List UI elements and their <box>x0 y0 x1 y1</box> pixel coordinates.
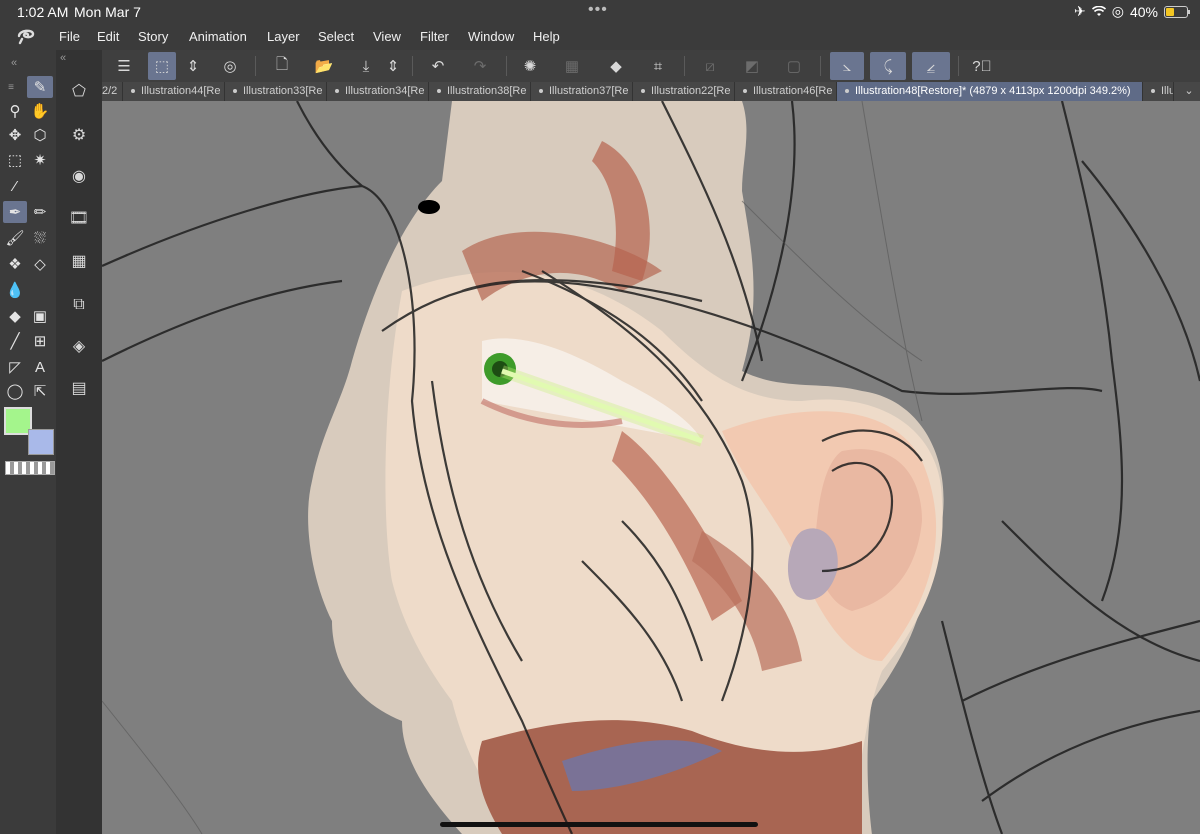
menu-file[interactable]: File <box>59 29 80 44</box>
correct-line-icon[interactable]: ⇱ <box>28 380 52 402</box>
move-icon[interactable]: ✥ <box>3 124 27 146</box>
wifi-icon <box>1091 4 1106 20</box>
menu-story[interactable]: Story <box>138 29 168 44</box>
brush-size-icon[interactable]: ◉ <box>66 163 92 189</box>
palette-menu-icon[interactable]: ≡ <box>4 76 18 98</box>
menu-help[interactable]: Help <box>533 29 560 44</box>
save-icon[interactable]: ⤓ <box>352 52 380 80</box>
menu-filter[interactable]: Filter <box>420 29 449 44</box>
menu-animation[interactable]: Animation <box>189 29 247 44</box>
clear-selection-icon[interactable]: ▦ <box>558 52 586 80</box>
menu-layer[interactable]: Layer <box>267 29 300 44</box>
zoom-icon[interactable]: ⚲ <box>3 100 27 122</box>
ruler-snap-icon[interactable]: ⦣ <box>830 52 864 80</box>
chevron-updown-icon-2[interactable]: ⇕ <box>386 52 400 80</box>
collapse-left-icon[interactable]: « <box>2 52 26 74</box>
decoration-icon[interactable]: ❖ <box>3 253 27 275</box>
battery-icon <box>1164 5 1190 18</box>
tab-illustration22[interactable]: Illustration22[Re <box>633 82 735 101</box>
color-set-icon[interactable]: ▦ <box>66 248 92 274</box>
command-bar: ☰ ⬚ ⇕ ◎ 🗋 📂 ⤓ ⇕ ↶ ↷ ✺ ▦ ◆ ⌗ ⧄ ◩ ▢ ⦣ ⤹ ⦤ … <box>102 50 1200 82</box>
special-ruler-snap-icon[interactable]: ⤹ <box>870 52 906 80</box>
document-tab-bar: 2/2 Illustration44[Re Illustration33[Re … <box>102 82 1200 101</box>
transparent-color-swatch[interactable] <box>5 461 55 475</box>
line-icon[interactable]: ╱ <box>3 330 27 352</box>
invert-selection-icon[interactable]: ◩ <box>738 52 766 80</box>
magic-wand-icon[interactable]: ✷ <box>28 149 52 171</box>
chevron-down-icon[interactable]: ⌄ <box>1178 82 1200 101</box>
airbrush-icon[interactable]: ⛆ <box>28 227 52 249</box>
navigator-icon[interactable]: ▤ <box>66 375 92 401</box>
crop-icon[interactable]: ▢ <box>780 52 808 80</box>
clip-studio-logo-icon[interactable] <box>16 27 38 47</box>
collapse-sub-icon[interactable]: « <box>60 52 66 64</box>
tab-illustration38[interactable]: Illustration38[Re <box>429 82 531 101</box>
battery-label: 40% <box>1129 3 1158 20</box>
menu-edit[interactable]: Edit <box>97 29 119 44</box>
modify-mode-icon[interactable]: ⬚ <box>148 52 176 80</box>
tab-illustration46[interactable]: Illustration46[Re <box>735 82 837 101</box>
blend-icon[interactable]: 💧 <box>3 279 27 301</box>
hamburger-menu-icon[interactable]: ☰ <box>110 52 138 80</box>
new-file-icon[interactable]: 🗋 <box>268 52 296 80</box>
orientation-lock-icon: ◎ <box>1111 3 1124 19</box>
frame-icon[interactable]: ⊞ <box>28 330 52 352</box>
drawing-canvas[interactable] <box>102 101 1200 834</box>
tab-illustration34[interactable]: Illustration34[Re <box>327 82 429 101</box>
selection-icon[interactable]: ⬚ <box>3 149 27 171</box>
tab-illustration44[interactable]: Illustration44[Re <box>123 82 225 101</box>
help-icon[interactable]: ?⃝ <box>968 52 996 80</box>
eyedropper-icon[interactable]: ⁄ <box>3 175 27 197</box>
sub-palette-strip: « ⬠ ⚙ ◉ 🎞 ▦ ⧉ ◈ ▤ <box>56 50 102 834</box>
eraser-icon[interactable]: ◇ <box>28 253 52 275</box>
fill-icon[interactable]: ◆ <box>602 52 630 80</box>
balloon-icon[interactable]: ◯ <box>3 380 27 402</box>
object-icon[interactable]: ⬡ <box>28 124 52 146</box>
sub-tool-icon[interactable]: ⬠ <box>66 78 92 104</box>
layer-property-icon[interactable]: ⧉ <box>66 292 92 318</box>
text-icon[interactable]: A <box>28 356 52 378</box>
menu-window[interactable]: Window <box>468 29 514 44</box>
menu-bar: File Edit Story Animation Layer Select V… <box>0 24 1200 50</box>
spiral-icon[interactable]: ◎ <box>216 52 244 80</box>
tab-page-count[interactable]: 2/2 <box>102 82 123 101</box>
tab-illustration33[interactable]: Illustration33[Re <box>225 82 327 101</box>
tab-illustration37[interactable]: Illustration37[Re <box>531 82 633 101</box>
redo-icon[interactable]: ↷ <box>466 52 494 80</box>
brush-icon[interactable]: 🖌 <box>3 227 27 249</box>
tool-palette: « ≡ ✎ ⚲ ✋ ✥ ⬡ ⬚ ✷ ⁄ ✒ ✏ 🖌 ⛆ ❖ ◇ 💧 ◆ ▣ ╱ … <box>0 50 56 834</box>
menu-view[interactable]: View <box>373 29 401 44</box>
layer-icon[interactable]: ◈ <box>66 333 92 359</box>
home-indicator[interactable] <box>440 822 758 827</box>
undo-icon[interactable]: ↶ <box>424 52 452 80</box>
tab-illustration48-active[interactable]: Illustration48[Restore]* (4879 x 4113px … <box>837 82 1143 101</box>
pencil-icon[interactable]: ✏ <box>28 201 52 223</box>
artwork <box>102 101 1200 834</box>
status-time: 1:02 AM <box>17 4 69 20</box>
pen-icon[interactable]: ✒ <box>3 201 27 223</box>
gradient-icon[interactable]: ▣ <box>28 305 52 327</box>
timeline-icon[interactable]: 🎞 <box>66 205 92 231</box>
pen-tool-tab-icon[interactable]: ✎ <box>27 76 53 98</box>
clear-outside-icon[interactable]: ⧄ <box>696 52 724 80</box>
status-right: ✈ ◎ 40% <box>1074 3 1190 20</box>
loading-spinner-icon[interactable]: ✺ <box>516 52 544 80</box>
transform-icon[interactable]: ⌗ <box>644 52 672 80</box>
airplane-icon: ✈ <box>1074 3 1086 19</box>
multitasking-dots[interactable]: ••• <box>588 1 608 19</box>
fill-tool-icon[interactable]: ◆ <box>3 305 27 327</box>
tab-illu-partial[interactable]: Illu <box>1143 82 1174 101</box>
hand-icon[interactable]: ✋ <box>28 100 52 122</box>
status-date: Mon Mar 7 <box>74 4 141 20</box>
menu-select[interactable]: Select <box>318 29 354 44</box>
ruler-icon[interactable]: ◸ <box>3 356 27 378</box>
chevron-updown-icon[interactable]: ⇕ <box>186 52 200 80</box>
sub-color-swatch[interactable] <box>28 429 54 455</box>
ios-status-bar: 1:02 AM Mon Mar 7 ••• ✈ ◎ 40% <box>0 0 1200 24</box>
grid-snap-icon[interactable]: ⦤ <box>912 52 950 80</box>
open-folder-icon[interactable]: 📂 <box>310 52 338 80</box>
tool-property-icon[interactable]: ⚙ <box>66 122 92 148</box>
